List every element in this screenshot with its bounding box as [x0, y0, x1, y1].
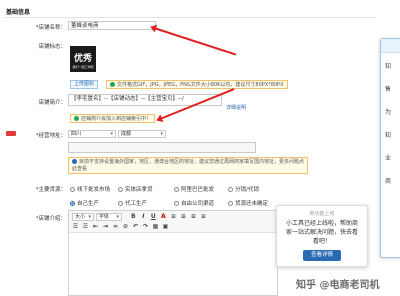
address-tip-text: 目前不支持设置海外国家，地区，港澳台地区的地址，建议您通过再网商家填写国内地址，… — [72, 159, 305, 172]
province-select[interactable]: 四川 — [68, 130, 116, 138]
outdent-icon[interactable]: ⇤ — [92, 223, 99, 230]
radio-icon[interactable] — [228, 201, 233, 206]
logo-label: 店铺标志： — [38, 44, 66, 50]
link-icon[interactable]: ∞ — [112, 223, 119, 230]
side-panel-text: 知 — [385, 132, 392, 139]
source-label: *主要货源： — [35, 187, 66, 193]
bold-icon[interactable]: B — [130, 213, 137, 220]
toolbar-row-2: ☰ ☰ ⇤ ⇥ ∞ ⊘ ↶ ↷ ▦ ▣ — [72, 223, 274, 232]
intro-short-label: 店铺简介： — [38, 100, 66, 106]
unlink-icon[interactable]: ⊘ — [122, 223, 129, 230]
address-label: *经营地址： — [35, 133, 66, 139]
shop-logo: 优秀 我们一起工作吧 — [70, 46, 96, 72]
section-title: 基础信息 — [6, 9, 31, 16]
radio-icon[interactable] — [228, 187, 233, 192]
table-icon[interactable]: ▦ — [152, 223, 159, 230]
info-icon — [72, 159, 77, 164]
address-tip: 目前不支持设置海外国家，地区，港澳台地区的地址，建议您通过再网商家填写国内地址，… — [68, 157, 308, 174]
align-left-icon[interactable]: ≡ — [170, 213, 177, 220]
source-option-label: 自己生产 — [77, 201, 100, 207]
intro-label: *店铺介绍： — [35, 216, 66, 222]
font-color-icon[interactable]: A — [160, 213, 167, 220]
source-option-label: 阿里巴巴批发 — [181, 187, 215, 193]
shop-name-label: *店铺名称： — [35, 25, 66, 31]
section-divider — [4, 17, 376, 18]
radio-icon[interactable] — [174, 201, 179, 206]
source-option[interactable]: 线下批发市场 — [70, 185, 110, 193]
source-option-label: 分销/代销 — [235, 187, 259, 193]
intro-detail-link[interactable]: 详细说明 — [226, 104, 246, 111]
source-option[interactable]: 实体店拿货 — [118, 185, 153, 193]
radio-icon[interactable] — [174, 187, 179, 192]
popup-text: 小工具已经上线啦，帮助商家一站式解决问题，快去看看吧！ — [285, 220, 358, 245]
bullet-list-icon[interactable]: ☰ — [82, 223, 89, 230]
radio-icon[interactable] — [70, 201, 75, 206]
watermark: 知乎 @电商老司机 — [296, 280, 380, 291]
shop-name-input[interactable]: 董蜂谈电商 — [68, 21, 156, 30]
source-option[interactable]: 代工生产 — [118, 199, 147, 207]
image-icon[interactable]: ▣ — [162, 223, 169, 230]
annotation-arrow-name — [153, 27, 237, 56]
logo-format-tip: 文件格式GIF，JPG，JPEG，PNG文件大小80K以内，建议尺寸80PX*8… — [106, 80, 288, 89]
source-option-label: 自由公司渠道 — [181, 201, 215, 207]
source-option[interactable]: 自己生产 — [70, 199, 99, 207]
popup-tag: 新功能上线 — [309, 211, 335, 217]
source-option[interactable]: 阿里巴巴批发 — [174, 185, 214, 193]
source-option[interactable]: 货源还未确定 — [228, 199, 268, 207]
undo-icon[interactable]: ↶ — [132, 223, 139, 230]
radio-icon[interactable] — [118, 187, 123, 192]
intro-editor: 大小 字体 BIUA≡≡≡≡ ☰☰⇤⇥∞⊘↶↷▦▣ — [68, 210, 278, 296]
justify-icon[interactable]: ≡ — [200, 213, 207, 220]
source-option[interactable]: 自由公司渠道 — [174, 199, 214, 207]
source-option-label: 线下批发市场 — [77, 187, 111, 193]
side-panel-texts: 知售为知业商 — [381, 61, 400, 185]
editor-toolbar: 大小 字体 BIUA≡≡≡≡ ☰☰⇤⇥∞⊘↶↷▦▣ — [69, 211, 277, 233]
side-panel-text: 售 — [385, 86, 392, 93]
popup-view-button[interactable]: 查看详情 — [303, 250, 341, 261]
redo-icon[interactable]: ↷ — [142, 223, 149, 230]
shop-logo-brand: 优秀 — [73, 54, 92, 64]
side-panel-text: 商 — [385, 178, 392, 185]
underline-icon[interactable]: U — [150, 213, 157, 220]
align-right-icon[interactable]: ≡ — [190, 213, 197, 220]
feature-popup: 新功能上线 小工具已经上线啦，帮助商家一站式解决问题，快去看看吧！ 查看详情 — [276, 205, 368, 267]
radio-icon[interactable] — [118, 201, 123, 206]
align-center-icon[interactable]: ≡ — [180, 213, 187, 220]
city-select[interactable]: 成都 — [118, 130, 166, 138]
address-detail-input[interactable] — [68, 142, 256, 153]
side-panel-header — [381, 39, 400, 53]
side-panel-text: 为 — [385, 109, 392, 116]
upload-logo-button[interactable]: 上传图标 — [70, 80, 99, 89]
shop-logo-sub: 我们一起工作吧 — [72, 65, 94, 69]
intro-index-tip-text: 店铺简介会加入到店铺索引中！ — [81, 116, 152, 122]
side-panel-text: 知 — [385, 63, 392, 70]
source-option-label: 代工生产 — [125, 201, 148, 207]
side-panel-text: 业 — [385, 155, 392, 162]
side-panel: 知售为知业商 — [380, 38, 400, 258]
italic-icon[interactable]: I — [140, 213, 147, 220]
source-option-label: 货源还未确定 — [235, 201, 269, 207]
check-icon — [74, 116, 79, 121]
check-icon — [110, 82, 115, 87]
intro-index-tip: 店铺简介会加入到店铺索引中！ — [70, 114, 156, 123]
font-family-select[interactable]: 字体 — [95, 213, 122, 221]
source-option[interactable]: 分销/代销 — [228, 185, 259, 193]
toolbar-row-1: 大小 字体 BIUA≡≡≡≡ — [72, 213, 274, 222]
radio-icon[interactable] — [70, 187, 75, 192]
font-size-select[interactable]: 大小 — [72, 213, 94, 221]
source-option-label: 实体店拿货 — [125, 187, 153, 193]
indent-icon[interactable]: ⇥ — [102, 223, 109, 230]
ordered-list-icon[interactable]: ☰ — [72, 223, 79, 230]
logo-format-tip-text: 文件格式GIF，JPG，JPEG，PNG文件大小80K以内，建议尺寸80PX*8… — [117, 82, 284, 88]
